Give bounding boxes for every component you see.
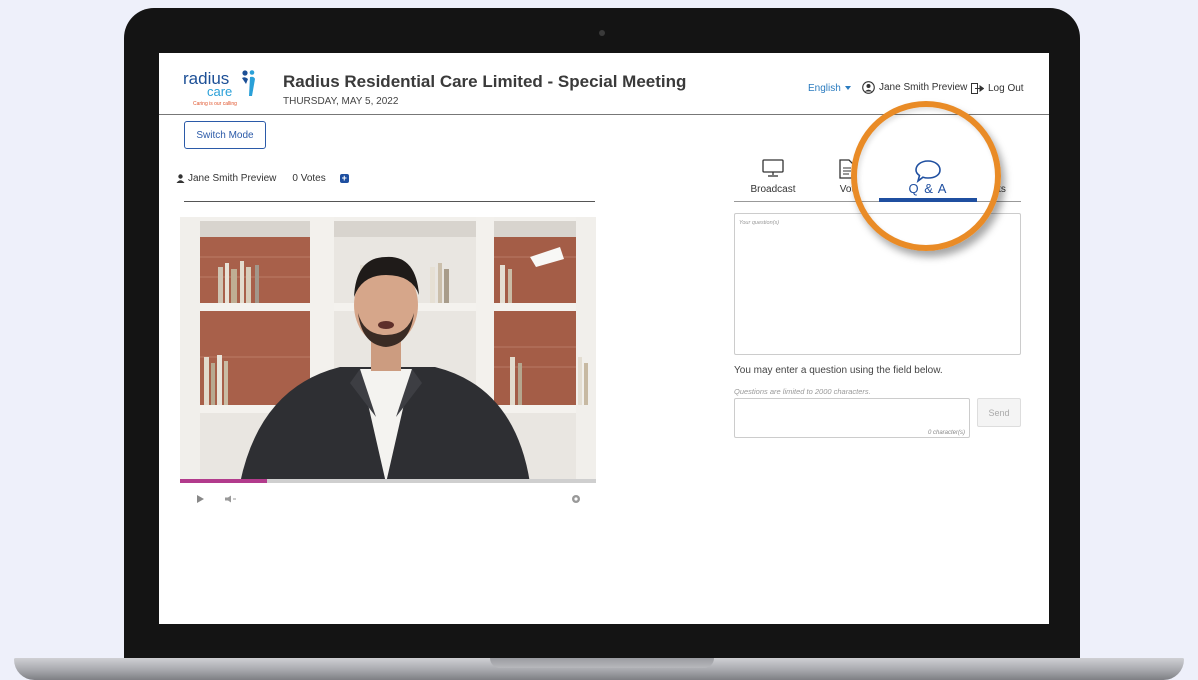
laptop-notch: [490, 658, 714, 668]
voter-info: Jane Smith Preview 0 Votes +: [176, 173, 349, 184]
video-frame-image: [180, 217, 596, 483]
add-votes-button[interactable]: +: [339, 174, 349, 183]
user-circle-icon: [862, 81, 875, 94]
radius-care-logo: radius care Caring is our calling: [183, 69, 263, 109]
tab-broadcast[interactable]: Broadcast: [747, 157, 799, 201]
left-divider: [184, 201, 595, 202]
logo-tagline: Caring is our calling: [193, 101, 237, 107]
logout-icon: [971, 83, 984, 94]
logo-figure-icon: [242, 70, 255, 96]
play-icon[interactable]: [197, 495, 204, 503]
monitor-icon: [762, 159, 784, 177]
page-title: Radius Residential Care Limited - Specia…: [283, 72, 687, 91]
language-label: English: [808, 83, 841, 94]
meeting-date: THURSDAY, MAY 5, 2022: [283, 96, 399, 107]
logo-word-care: care: [207, 84, 233, 99]
character-count: 0 character(s): [927, 430, 965, 436]
questions-placeholder: Your question(s): [739, 220, 780, 226]
vote-count: 0 Votes: [292, 173, 326, 184]
camera-dot: [599, 30, 605, 36]
tab-broadcast-label: Broadcast: [750, 184, 796, 195]
question-instructions: You may enter a question using the field…: [734, 365, 943, 376]
chevron-down-icon: [844, 86, 851, 91]
video-progress-bar[interactable]: [180, 479, 596, 483]
gear-icon[interactable]: [571, 494, 581, 504]
logout-button[interactable]: Log Out: [971, 83, 1024, 94]
app-screen: radius care Caring is our calling Radius…: [159, 53, 1049, 624]
voter-name: Jane Smith Preview: [188, 173, 277, 184]
video-progress-fill: [180, 479, 268, 483]
switch-mode-button[interactable]: Switch Mode: [184, 121, 266, 149]
volume-icon[interactable]: [225, 495, 237, 503]
language-selector[interactable]: English: [808, 83, 851, 94]
send-button[interactable]: Send: [977, 398, 1021, 427]
user-icon: [176, 174, 185, 183]
broadcast-video[interactable]: [180, 217, 596, 483]
user-menu[interactable]: Jane Smith Preview: [862, 81, 967, 94]
user-name: Jane Smith Preview: [879, 82, 968, 93]
logout-label: Log Out: [988, 83, 1024, 94]
character-limit-note: Questions are limited to 2000 characters…: [734, 387, 871, 396]
qa-highlight-ring: [851, 101, 1001, 251]
questions-list: Your question(s): [734, 213, 1021, 355]
